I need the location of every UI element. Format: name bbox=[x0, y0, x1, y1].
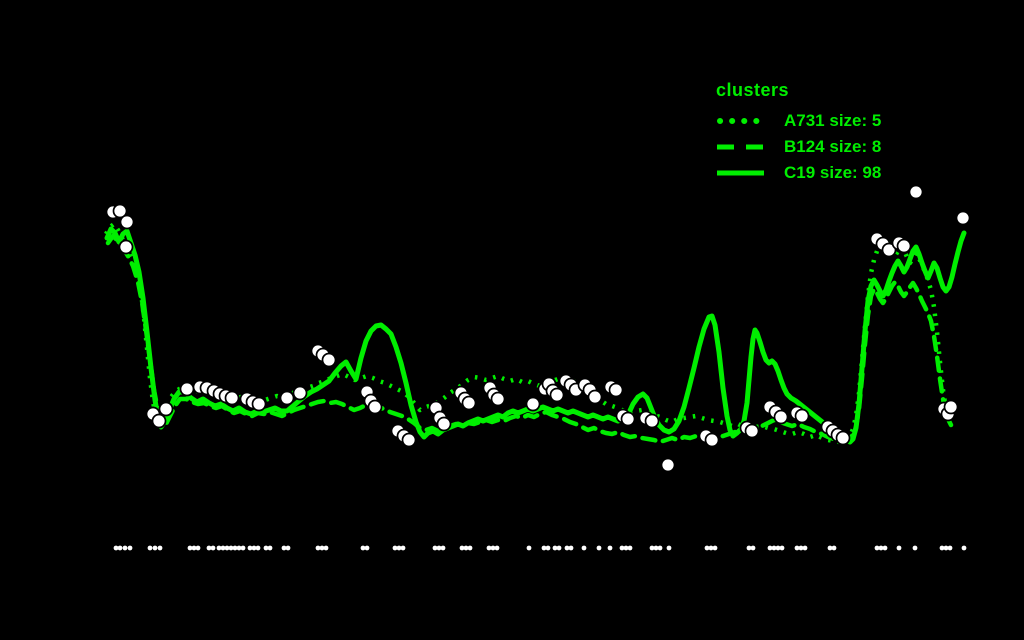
rug-dot bbox=[556, 545, 562, 551]
rug-dot bbox=[802, 545, 808, 551]
rug-dot bbox=[526, 545, 532, 551]
data-point-marker bbox=[744, 423, 760, 439]
rug-dot bbox=[323, 545, 329, 551]
rug-dot bbox=[882, 545, 888, 551]
data-point-marker bbox=[773, 409, 789, 425]
legend-label-b124: B124 size: 8 bbox=[784, 137, 882, 156]
data-point-marker bbox=[292, 385, 308, 401]
rug-dot bbox=[440, 545, 446, 551]
data-point-marker bbox=[896, 238, 912, 254]
rug-dot bbox=[127, 545, 133, 551]
data-point-marker bbox=[608, 382, 624, 398]
rug-dot bbox=[961, 545, 967, 551]
rug-dot bbox=[750, 545, 756, 551]
rug-dot bbox=[364, 545, 370, 551]
legend: clusters A731 size: 5 B124 size: 8 C19 s… bbox=[716, 80, 881, 186]
data-point-marker bbox=[224, 390, 240, 406]
rug-dot bbox=[712, 545, 718, 551]
solid-line-key-icon bbox=[716, 168, 764, 178]
rug-dot bbox=[400, 545, 406, 551]
data-point-marker bbox=[119, 214, 135, 230]
rug-dot bbox=[581, 545, 587, 551]
rug-dot bbox=[255, 545, 261, 551]
rug-dot bbox=[607, 545, 613, 551]
data-point-marker bbox=[321, 352, 337, 368]
dotted-line-key-icon bbox=[716, 116, 764, 126]
data-point-marker bbox=[644, 413, 660, 429]
dotted-line-sample bbox=[717, 118, 764, 124]
legend-label-a731: A731 size: 5 bbox=[784, 111, 882, 130]
data-point-marker bbox=[436, 416, 452, 432]
data-point-marker bbox=[525, 396, 541, 412]
data-point-marker bbox=[943, 399, 959, 415]
rug-dot bbox=[666, 545, 672, 551]
data-point-marker bbox=[461, 395, 477, 411]
rug-dot bbox=[596, 545, 602, 551]
data-point-marker bbox=[955, 210, 971, 226]
rug-dot bbox=[657, 545, 663, 551]
data-point-marker bbox=[549, 387, 565, 403]
rug-dot bbox=[831, 545, 837, 551]
legend-entry-b124: B124 size: 8 bbox=[716, 134, 881, 160]
dashed-line-sample bbox=[717, 144, 764, 150]
data-point-marker bbox=[118, 239, 134, 255]
data-point-marker bbox=[620, 411, 636, 427]
rug-dot bbox=[267, 545, 273, 551]
data-point-marker bbox=[401, 432, 417, 448]
rug-dot bbox=[494, 545, 500, 551]
rug-dot bbox=[195, 545, 201, 551]
dashed-line-key-icon bbox=[716, 142, 764, 152]
data-point-marker bbox=[835, 430, 851, 446]
rug-dot bbox=[117, 545, 123, 551]
rug-dot bbox=[545, 545, 551, 551]
data-point-marker bbox=[660, 457, 676, 473]
data-point-marker bbox=[587, 389, 603, 405]
rug-dot bbox=[467, 545, 473, 551]
data-point-marker bbox=[794, 408, 810, 424]
legend-entry-c19: C19 size: 98 bbox=[716, 160, 881, 186]
rug-dot bbox=[912, 545, 918, 551]
rug-dot bbox=[627, 545, 633, 551]
rug-dot bbox=[210, 545, 216, 551]
rug-dot bbox=[152, 545, 158, 551]
chart-canvas: clusters A731 size: 5 B124 size: 8 C19 s… bbox=[0, 0, 1024, 640]
rug-dot bbox=[779, 545, 785, 551]
data-point-marker bbox=[179, 381, 195, 397]
solid-line-sample bbox=[717, 170, 764, 176]
legend-label-c19: C19 size: 98 bbox=[784, 163, 882, 182]
legend-entry-a731: A731 size: 5 bbox=[716, 108, 881, 134]
data-point-marker bbox=[704, 432, 720, 448]
data-point-marker bbox=[490, 391, 506, 407]
rug-dot bbox=[285, 545, 291, 551]
rug-dot bbox=[157, 545, 163, 551]
rug-dot bbox=[568, 545, 574, 551]
rug-dot bbox=[147, 545, 153, 551]
data-point-marker bbox=[158, 401, 174, 417]
data-point-marker bbox=[251, 396, 267, 412]
legend-title: clusters bbox=[716, 80, 790, 100]
data-point-marker bbox=[908, 184, 924, 200]
rug-dot bbox=[896, 545, 902, 551]
rug-dot bbox=[240, 545, 246, 551]
data-point-marker bbox=[151, 413, 167, 429]
rug-dot bbox=[122, 545, 128, 551]
rug-dot bbox=[947, 545, 953, 551]
data-point-marker bbox=[367, 399, 383, 415]
data-point-marker bbox=[279, 390, 295, 406]
